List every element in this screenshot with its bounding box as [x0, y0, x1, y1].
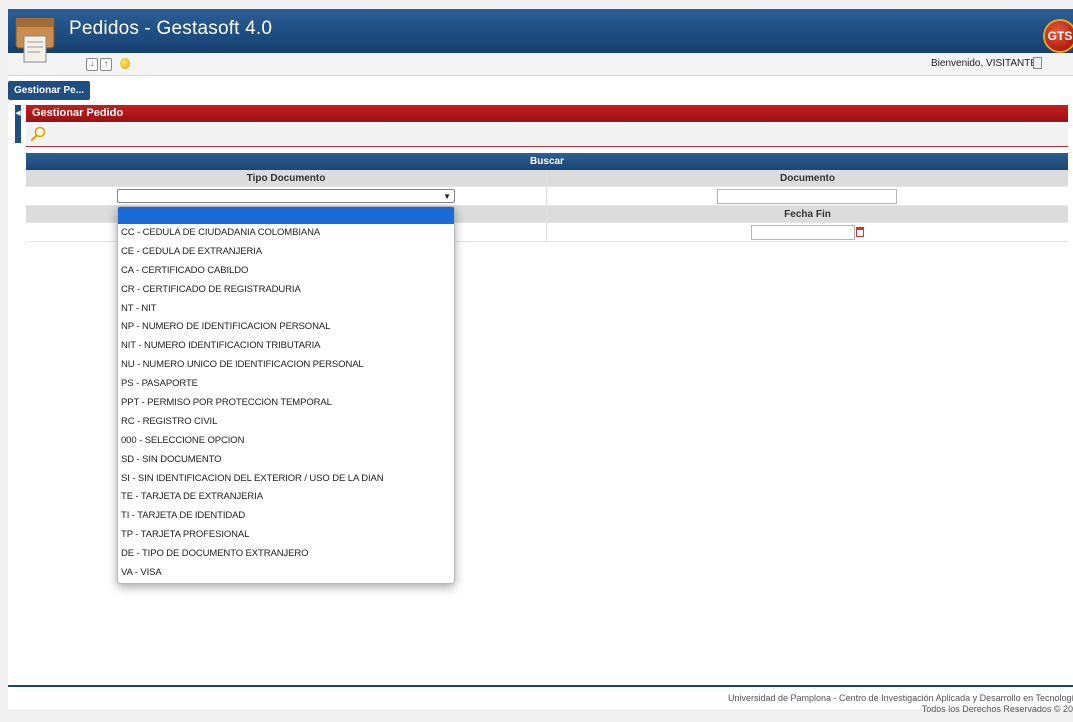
search-form-title: Buscar	[26, 153, 1068, 170]
dropdown-option[interactable]: CA - CERTIFICADO CABILDO	[118, 262, 454, 281]
dropdown-options: CC - CEDULA DE CIUDADANIA COLOMBIANA CE -…	[118, 224, 454, 583]
footer-line-1: Universidad de Pamplona - Centro de Inve…	[728, 693, 1073, 703]
footer-divider	[8, 685, 1073, 687]
dropdown-option[interactable]: SD - SIN DOCUMENTO	[118, 451, 454, 470]
app-logo-icon	[15, 17, 55, 63]
fecha-fin-input[interactable]	[751, 225, 855, 240]
tipo-documento-dropdown-list: CC - CEDULA DE CIUDADANIA COLOMBIANA CE -…	[117, 206, 455, 584]
dropdown-option[interactable]: 000 - SELECCIONE OPCION	[118, 432, 454, 451]
welcome-text: Bienvenido, VISITANTE	[931, 58, 1037, 69]
fecha-fin-label: Fecha Fin	[547, 206, 1068, 223]
dropdown-option[interactable]: PS - PASAPORTE	[118, 375, 454, 394]
documento-input[interactable]	[717, 189, 897, 204]
footer-line-2: Todos los Derechos Reservados © 20	[921, 704, 1073, 714]
dropdown-option[interactable]: RC - REGISTRO CIVIL	[118, 413, 454, 432]
section-toolbar	[26, 123, 1068, 147]
chevron-down-icon: ▼	[443, 192, 451, 201]
logout-icon[interactable]	[1033, 57, 1042, 69]
tipo-documento-select[interactable]: ▼	[117, 189, 455, 203]
app-title: Pedidos - Gestasoft 4.0	[69, 18, 273, 39]
brand-logo: GTS	[1043, 19, 1073, 53]
dropdown-option[interactable]: CE - CEDULA DE EXTRANJERIA	[118, 243, 454, 262]
dropdown-option[interactable]: TP - TARJETA PROFESIONAL	[118, 526, 454, 545]
collapse-panel-handle[interactable]: ◀	[15, 105, 21, 143]
tipo-documento-label: Tipo Documento	[26, 170, 547, 187]
form-row-inputs: ▼	[26, 187, 1068, 206]
chevron-left-icon: ◀	[15, 110, 21, 117]
dropdown-option-empty-highlighted[interactable]	[118, 207, 454, 224]
module-tab-gestionar-pedido[interactable]: Gestionar Pe...	[8, 81, 91, 100]
form-row-labels: Tipo Documento Documento	[26, 170, 1068, 187]
dropdown-option[interactable]: DE - TIPO DE DOCUMENTO EXTRANJERO	[118, 545, 454, 564]
dropdown-option[interactable]: TE - TARJETA DE EXTRANJERIA	[118, 488, 454, 507]
maximize-icon[interactable]: ↑	[100, 58, 112, 71]
footer: Universidad de Pamplona - Centro de Inve…	[728, 693, 1073, 715]
section-header: Gestionar Pedido	[26, 105, 1068, 122]
calendar-icon[interactable]	[856, 227, 864, 237]
tool-row: ↓ ↑ Bienvenido, VISITANTE	[8, 53, 1073, 76]
dropdown-option[interactable]: NIT - NUMERO IDENTIFICACION TRIBUTARIA	[118, 337, 454, 356]
dropdown-option[interactable]: CR - CERTIFICADO DE REGISTRADURIA	[118, 281, 454, 300]
dropdown-option[interactable]: VA - VISA	[118, 564, 454, 583]
dropdown-option[interactable]: NT - NIT	[118, 300, 454, 319]
dropdown-option[interactable]: SI - SIN IDENTIFICACION DEL EXTERIOR / U…	[118, 470, 454, 489]
dropdown-option[interactable]: CC - CEDULA DE CIUDADANIA COLOMBIANA	[118, 224, 454, 243]
help-bulb-icon[interactable]	[120, 58, 130, 69]
dropdown-option[interactable]: PPT - PERMISO POR PROTECCION TEMPORAL	[118, 394, 454, 413]
documento-label: Documento	[547, 170, 1068, 187]
search-icon[interactable]	[30, 126, 46, 142]
app-header: Pedidos - Gestasoft 4.0	[8, 9, 1073, 54]
dropdown-option[interactable]: NP - NUMERO DE IDENTIFICACION PERSONAL	[118, 318, 454, 337]
dropdown-option[interactable]: TI - TARJETA DE IDENTIDAD	[118, 507, 454, 526]
minimize-icon[interactable]: ↓	[86, 58, 98, 71]
brand-logo-text: GTS	[1047, 29, 1073, 43]
dropdown-option[interactable]: NU - NUMERO UNICO DE IDENTIFICACION PERS…	[118, 356, 454, 375]
